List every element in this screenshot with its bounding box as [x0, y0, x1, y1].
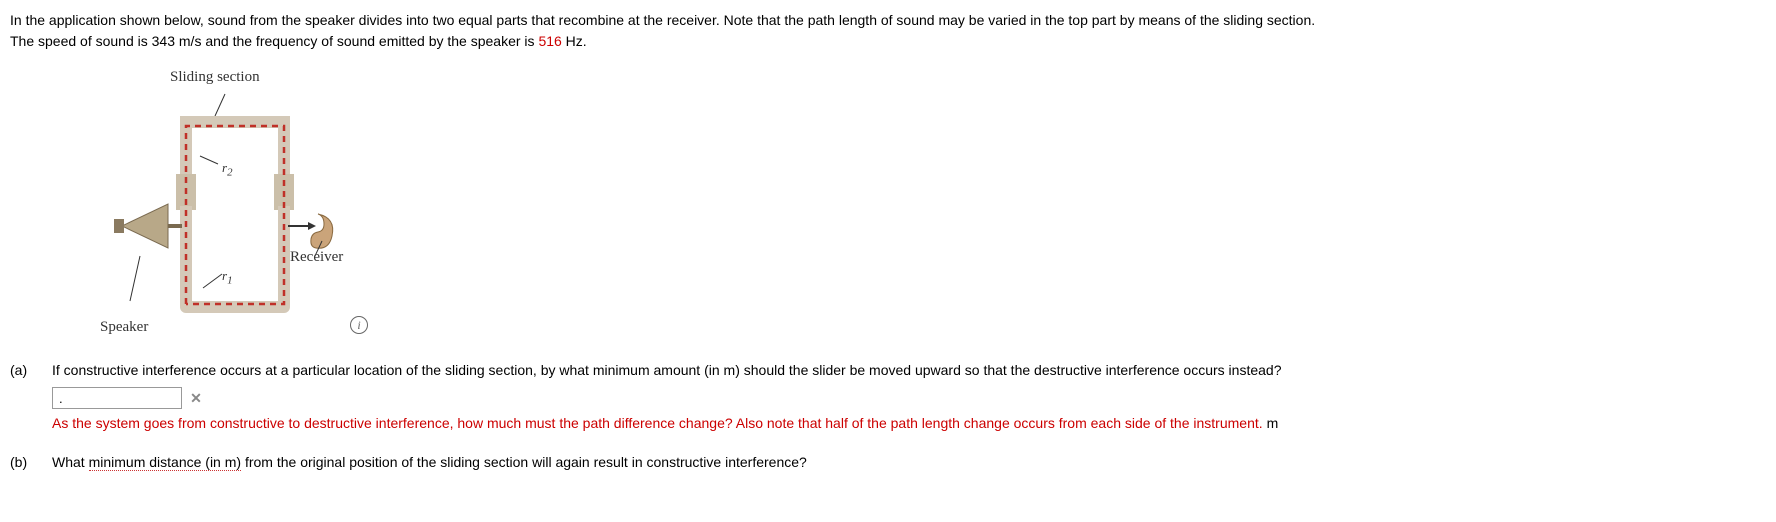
intro-line1: In the application shown below, sound fr…	[10, 12, 1315, 28]
part-a-feedback: As the system goes from constructive to …	[52, 413, 1766, 434]
intro-line2a: The speed of sound is 343 m/s and the fr…	[10, 33, 538, 49]
apparatus-svg	[110, 86, 370, 346]
r2-label: r2	[222, 158, 232, 181]
frequency-value: 516	[538, 33, 561, 49]
part-b-question-tail: from the original position of the slidin…	[241, 454, 807, 470]
part-b-label: (b)	[10, 452, 40, 473]
part-a-input[interactable]	[52, 387, 182, 409]
part-b-dotted-term[interactable]: minimum distance (in m)	[89, 454, 241, 471]
part-a: (a) If constructive interference occurs …	[10, 360, 1766, 434]
apparatus-figure: Sliding section Speaker Receiver r2 r1 i	[100, 66, 380, 346]
problem-intro: In the application shown below, sound fr…	[10, 10, 1766, 52]
part-b: (b) What minimum distance (in m) from th…	[10, 452, 1766, 473]
part-b-question-lead: What	[52, 454, 89, 470]
intro-line2b: Hz.	[562, 33, 587, 49]
receiver-label: Receiver	[290, 246, 343, 269]
speaker-label: Speaker	[100, 316, 148, 339]
part-a-question: If constructive interference occurs at a…	[52, 360, 1766, 381]
part-a-unit: m	[1267, 415, 1279, 431]
sliding-section-label: Sliding section	[170, 66, 260, 89]
r1-label: r1	[222, 266, 232, 289]
part-a-label: (a)	[10, 360, 40, 381]
info-icon[interactable]: i	[350, 316, 368, 334]
incorrect-icon: ✕	[188, 390, 204, 406]
